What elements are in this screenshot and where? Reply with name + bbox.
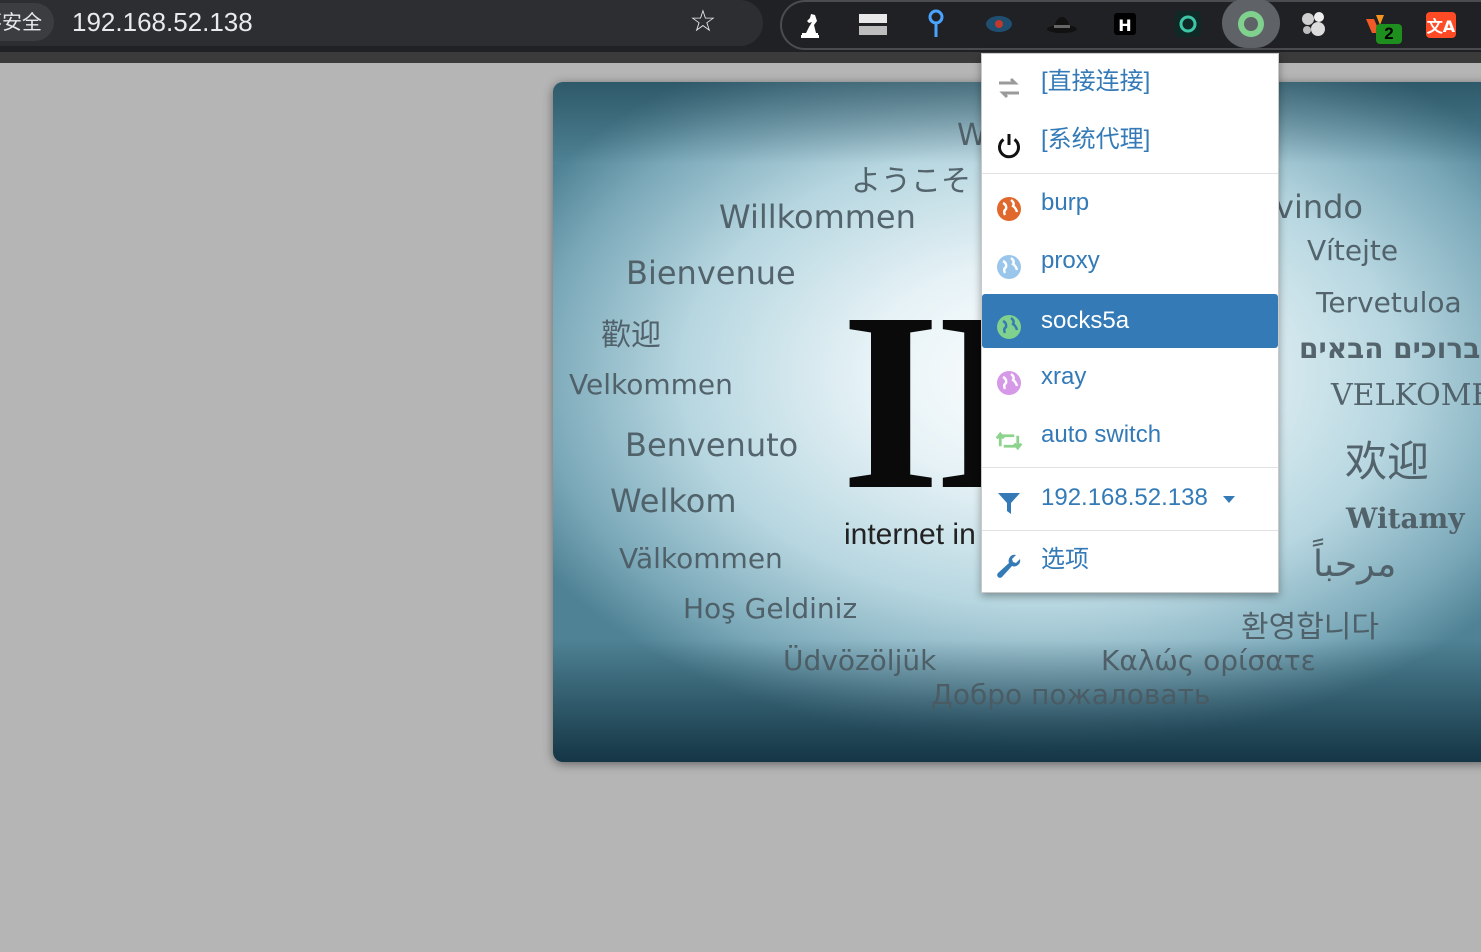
eye-extension-icon[interactable] — [982, 7, 1016, 41]
translate-extension-icon[interactable]: 文A — [1424, 7, 1458, 41]
swap-arrows-icon — [995, 68, 1023, 99]
menu-divider — [982, 173, 1278, 174]
menu-item-label: burp — [1041, 189, 1090, 216]
circle-extension-icon[interactable] — [1171, 7, 1205, 41]
filter-icon — [995, 484, 1023, 514]
welcome-word: Willkommen — [719, 198, 916, 236]
bars-extension-icon[interactable] — [856, 7, 890, 41]
menu-item-direct[interactable]: [直接连接] — [982, 55, 1278, 109]
menu-item-label: [直接连接] — [1041, 68, 1151, 95]
svg-text:文A: 文A — [1427, 17, 1456, 36]
welcome-word: Добро пожаловать — [931, 678, 1211, 711]
welcome-word: Vítejte — [1307, 234, 1399, 267]
menu-item-profile-xray[interactable]: xray — [982, 350, 1278, 404]
hat-extension-icon[interactable] — [1045, 7, 1079, 41]
welcome-word: مرحباً — [1313, 544, 1397, 585]
welcome-word: Tervetuloa — [1316, 286, 1462, 319]
welcome-word: Üdvözöljük — [783, 644, 937, 677]
h-extension-icon[interactable]: H — [1108, 7, 1142, 41]
svg-text:H: H — [1118, 16, 1131, 35]
menu-divider — [982, 467, 1278, 468]
menu-item-options[interactable]: 选项 — [982, 533, 1278, 587]
address-bar[interactable]: 不安全 192.168.52.138 ☆ — [0, 0, 763, 46]
welcome-word: Witamy — [1346, 502, 1465, 535]
welcome-word: Καλώς ορίσατε — [1101, 644, 1316, 677]
globe-icon — [995, 307, 1023, 339]
switchyomega-extension-icon[interactable] — [1234, 7, 1268, 41]
pin-extension-icon[interactable] — [919, 7, 953, 41]
welcome-word: Välkommen — [619, 542, 783, 575]
welcome-word: ようこそ — [851, 164, 971, 199]
menu-item-profile-socks5a[interactable]: socks5a — [982, 294, 1278, 348]
welcome-word: VELKOMEN — [1331, 378, 1481, 413]
menu-item-profile-proxy[interactable]: proxy — [982, 234, 1278, 288]
welcome-word: Velkommen — [569, 368, 733, 401]
proxy-switch-popup: [直接连接] [系统代理] burp proxy socks5a xray au… — [981, 53, 1279, 593]
iis-tagline: internet in — [844, 518, 976, 551]
globe-icon — [995, 247, 1023, 279]
menu-item-profile-auto-switch[interactable]: auto switch — [982, 408, 1278, 462]
dots-extension-icon[interactable] — [1297, 7, 1331, 41]
menu-item-condition[interactable]: 192.168.52.138 — [982, 471, 1278, 525]
power-icon — [995, 126, 1023, 159]
menu-item-profile-burp[interactable]: burp — [982, 176, 1278, 230]
caret-down-icon — [1223, 496, 1235, 503]
star-icon[interactable]: ☆ — [686, 4, 720, 40]
menu-item-label: xray — [1041, 363, 1087, 390]
welcome-word: 欢迎 — [1345, 437, 1430, 486]
menu-item-label: proxy — [1041, 247, 1100, 274]
browser-toolbar: 不安全 192.168.52.138 ☆ — [0, 0, 1481, 52]
security-chip[interactable]: 不安全 — [0, 3, 54, 41]
extension-badge: 2 — [1376, 24, 1402, 44]
menu-item-label: auto switch — [1041, 421, 1162, 448]
menu-item-label: [系统代理] — [1041, 126, 1151, 153]
menu-item-label: 选项 — [1041, 546, 1089, 573]
welcome-word: 환영합니다 — [1241, 610, 1379, 645]
menu-divider — [982, 530, 1278, 531]
wrench-icon — [995, 546, 1023, 578]
menu-item-system[interactable]: [系统代理] — [982, 113, 1278, 167]
globe-icon — [995, 363, 1023, 395]
welcome-word: Benvenuto — [625, 426, 799, 464]
retweet-icon — [995, 421, 1023, 451]
welcome-word: Hoş Geldiniz — [683, 592, 858, 625]
welcome-word: Welkom — [610, 482, 737, 520]
welcome-word: ברוכים הבאים — [1299, 332, 1481, 365]
welcome-word: 歡迎 — [601, 318, 661, 353]
welcome-word: Bienvenue — [626, 254, 796, 292]
globe-icon — [995, 189, 1023, 221]
chess-knight-extension-icon[interactable] — [793, 7, 827, 41]
welcome-word: vindo — [1275, 188, 1363, 226]
menu-item-label: socks5a — [1041, 307, 1130, 334]
menu-item-label: 192.168.52.138 — [1041, 484, 1208, 511]
url-text[interactable]: 192.168.52.138 — [72, 6, 253, 38]
